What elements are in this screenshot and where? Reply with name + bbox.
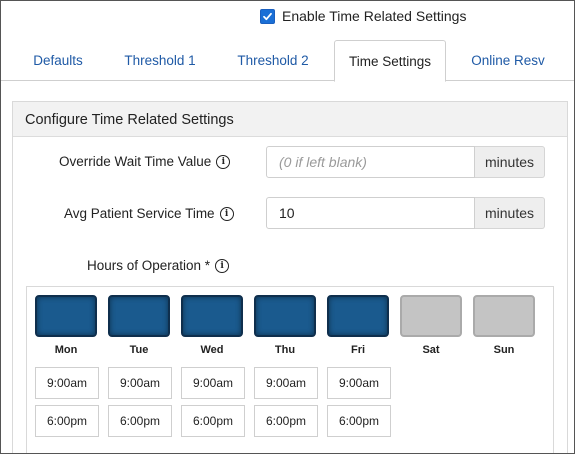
settings-window: Enable Time Related Settings Defaults Th… [0, 0, 575, 454]
tab-time-settings[interactable]: Time Settings [334, 40, 446, 82]
hours-of-operation-grid: Mon 9:00am 6:00pm Tue 9:00am 6:00pm Wed … [26, 286, 554, 453]
override-wait-time-unit: minutes [475, 146, 546, 178]
tab-threshold-2[interactable]: Threshold 2 [226, 40, 320, 80]
close-time-thu[interactable]: 6:00pm [254, 405, 318, 437]
info-icon[interactable]: i [216, 154, 231, 169]
avg-service-time-label-row: Avg Patient Service Time i [64, 206, 234, 221]
hours-of-operation-label-row: Hours of Operation * i [87, 258, 230, 273]
enable-time-settings-row[interactable]: Enable Time Related Settings [260, 7, 466, 25]
close-time-mon[interactable]: 6:00pm [35, 405, 99, 437]
override-wait-time-label-row: Override Wait Time Value i [59, 154, 231, 169]
tab-defaults[interactable]: Defaults [19, 40, 97, 80]
day-label-tue: Tue [129, 344, 149, 356]
avg-service-time-unit: minutes [475, 197, 546, 229]
info-icon[interactable]: i [219, 206, 234, 221]
day-toggle-tue[interactable] [108, 295, 170, 337]
day-label-mon: Mon [54, 344, 78, 356]
tab-bar: Defaults Threshold 1 Threshold 2 Time Se… [1, 40, 574, 82]
tab-online-resv[interactable]: Online Resv [459, 40, 557, 80]
info-icon[interactable]: i [215, 258, 230, 273]
time-settings-panel: Configure Time Related Settings Override… [12, 101, 568, 453]
panel-title: Configure Time Related Settings [13, 102, 567, 137]
close-time-fri[interactable]: 6:00pm [327, 405, 391, 437]
day-label-fri: Fri [350, 344, 366, 356]
checkmark-icon [263, 12, 272, 20]
open-time-thu[interactable]: 9:00am [254, 367, 318, 399]
open-time-fri[interactable]: 9:00am [327, 367, 391, 399]
day-toggle-mon[interactable] [35, 295, 97, 337]
override-wait-time-group: minutes [266, 146, 546, 178]
day-label-sat: Sat [422, 344, 440, 356]
day-label-sun: Sun [493, 344, 515, 356]
close-time-tue[interactable]: 6:00pm [108, 405, 172, 437]
hours-of-operation-label: Hours of Operation * [87, 258, 211, 273]
override-wait-time-label: Override Wait Time Value [59, 154, 212, 169]
day-toggle-sat[interactable] [400, 295, 462, 337]
close-time-wed[interactable]: 6:00pm [181, 405, 245, 437]
override-wait-time-input[interactable] [266, 146, 475, 178]
open-time-tue[interactable]: 9:00am [108, 367, 172, 399]
enable-time-settings-label: Enable Time Related Settings [282, 8, 467, 24]
day-toggle-sun[interactable] [473, 295, 535, 337]
day-label-thu: Thu [274, 344, 296, 356]
open-time-wed[interactable]: 9:00am [181, 367, 245, 399]
day-toggle-wed[interactable] [181, 295, 243, 337]
enable-time-settings-checkbox[interactable] [260, 8, 275, 24]
day-toggle-thu[interactable] [254, 295, 316, 337]
day-toggle-fri[interactable] [327, 295, 389, 337]
avg-service-time-label: Avg Patient Service Time [64, 206, 215, 221]
open-time-mon[interactable]: 9:00am [35, 367, 99, 399]
day-label-wed: Wed [200, 344, 224, 356]
avg-service-time-group: minutes [266, 197, 546, 229]
avg-service-time-input[interactable] [266, 197, 475, 229]
tab-threshold-1[interactable]: Threshold 1 [114, 40, 206, 80]
